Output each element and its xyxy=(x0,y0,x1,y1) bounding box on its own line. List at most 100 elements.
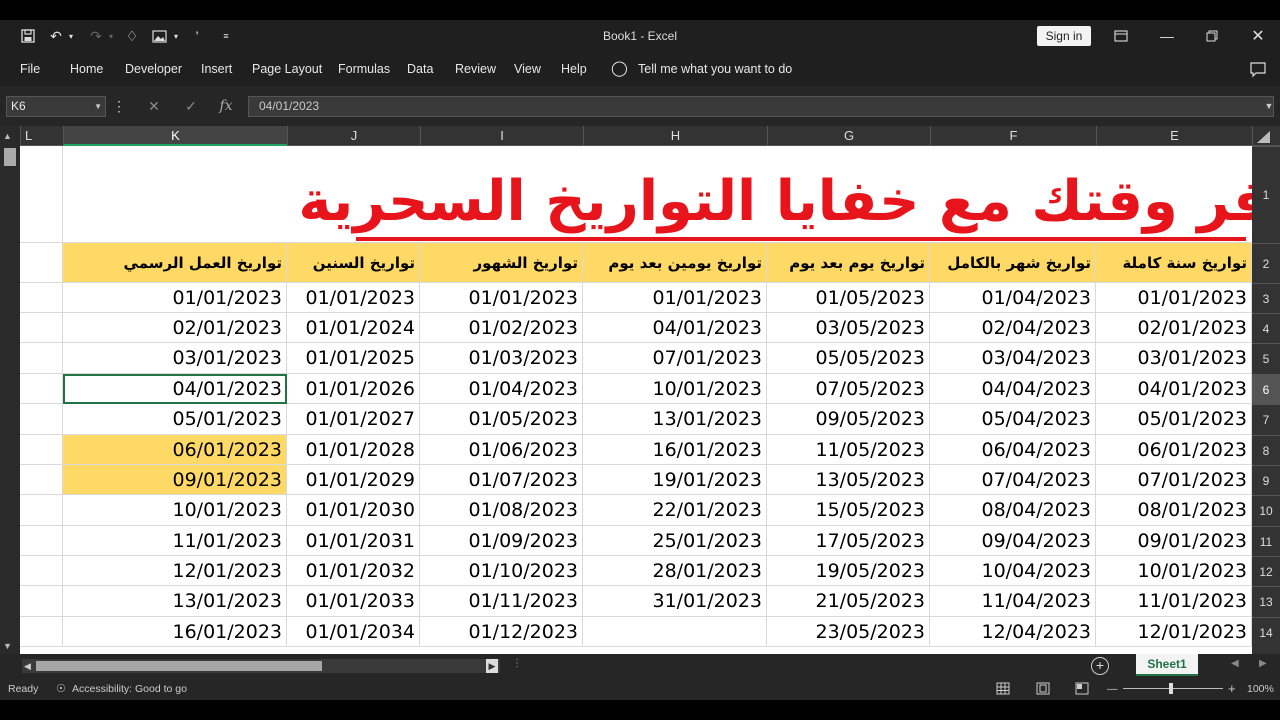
column-header-i[interactable]: I xyxy=(420,126,583,146)
cell-i6[interactable]: 01/04/2023 xyxy=(420,374,583,404)
cell-g9[interactable]: 13/05/2023 xyxy=(767,465,930,495)
cell-l1[interactable] xyxy=(20,146,63,243)
comments-icon[interactable] xyxy=(1250,52,1266,86)
save-icon[interactable] xyxy=(18,20,38,52)
cell-l10[interactable] xyxy=(20,495,63,526)
row-header-4[interactable]: 4 xyxy=(1252,313,1280,343)
prev-sheet-icon[interactable]: ◀ xyxy=(1231,658,1239,669)
cell-j11[interactable]: 01/01/2031 xyxy=(287,526,420,556)
horizontal-scroll-thumb[interactable] xyxy=(36,661,322,671)
cell-e14[interactable]: 12/01/2023 xyxy=(1096,617,1252,647)
zoom-in-icon[interactable]: + xyxy=(1228,678,1236,700)
cell-l9[interactable] xyxy=(20,465,63,495)
column-header-f[interactable]: F xyxy=(930,126,1096,146)
more-options-icon[interactable]: ⋮ xyxy=(112,96,126,117)
cell-f4[interactable]: 02/04/2023 xyxy=(930,313,1096,343)
zoom-level[interactable]: 100% xyxy=(1247,678,1274,700)
cell-i5[interactable]: 01/03/2023 xyxy=(420,343,583,374)
cell-g10[interactable]: 15/05/2023 xyxy=(767,495,930,526)
cell-l5[interactable] xyxy=(20,343,63,374)
cell-h9[interactable]: 19/01/2023 xyxy=(583,465,767,495)
cell-e11[interactable]: 09/01/2023 xyxy=(1096,526,1252,556)
accessibility-status[interactable]: Accessibility: Good to go xyxy=(72,678,187,700)
row-header-10[interactable]: 10 xyxy=(1252,495,1280,526)
cell-e5[interactable]: 03/01/2023 xyxy=(1096,343,1252,374)
cell-j5[interactable]: 01/01/2025 xyxy=(287,343,420,374)
redo-icon[interactable]: ↷ xyxy=(86,20,106,52)
row-header-5[interactable]: 5 xyxy=(1252,343,1280,374)
cell-i9[interactable]: 01/07/2023 xyxy=(420,465,583,495)
row-header-11[interactable]: 11 xyxy=(1252,526,1280,556)
cell-j8[interactable]: 01/01/2028 xyxy=(287,435,420,465)
cell-l11[interactable] xyxy=(20,526,63,556)
cell-k12[interactable]: 12/01/2023 xyxy=(63,556,287,586)
cell-j13[interactable]: 01/01/2033 xyxy=(287,586,420,617)
row-header-6[interactable]: 6 xyxy=(1252,374,1280,404)
scroll-up-icon[interactable]: ▲ xyxy=(3,131,12,141)
tab-data[interactable]: Data xyxy=(407,52,433,86)
active-cell-k6[interactable]: 04/01/2023 xyxy=(63,374,287,404)
cell-k8[interactable]: 06/01/2023 xyxy=(63,435,287,465)
cell-h14[interactable] xyxy=(583,617,767,647)
close-icon[interactable]: ✕ xyxy=(1235,20,1280,52)
cell-k1[interactable] xyxy=(63,146,287,243)
cell-k4[interactable]: 02/01/2023 xyxy=(63,313,287,343)
row-header-13[interactable]: 13 xyxy=(1252,586,1280,617)
row-header-3[interactable]: 3 xyxy=(1252,283,1280,313)
cell-l7[interactable] xyxy=(20,404,63,435)
normal-view-icon[interactable] xyxy=(996,678,1010,700)
cell-l2[interactable] xyxy=(20,243,63,283)
cell-f7[interactable]: 05/04/2023 xyxy=(930,404,1096,435)
cell-g6[interactable]: 07/05/2023 xyxy=(767,374,930,404)
vertical-scrollbar[interactable]: ▲ ▼ xyxy=(0,126,20,654)
minimize-icon[interactable]: — xyxy=(1144,20,1190,52)
cell-j3[interactable]: 01/01/2023 xyxy=(287,283,420,313)
cell-k7[interactable]: 05/01/2023 xyxy=(63,404,287,435)
tab-insert[interactable]: Insert xyxy=(201,52,232,86)
cell-h8[interactable]: 16/01/2023 xyxy=(583,435,767,465)
cell-g12[interactable]: 19/05/2023 xyxy=(767,556,930,586)
cell-e4[interactable]: 02/01/2023 xyxy=(1096,313,1252,343)
cell-i7[interactable]: 01/05/2023 xyxy=(420,404,583,435)
add-sheet-button[interactable]: + xyxy=(1091,657,1109,675)
column-header-l[interactable]: L xyxy=(20,126,63,146)
cell-j10[interactable]: 01/01/2030 xyxy=(287,495,420,526)
cell-f10[interactable]: 08/04/2023 xyxy=(930,495,1096,526)
column-title-h[interactable]: تواريخ يومين بعد يوم xyxy=(583,243,767,283)
tab-review[interactable]: Review xyxy=(455,52,496,86)
page-layout-view-icon[interactable] xyxy=(1036,678,1050,700)
cell-e13[interactable]: 11/01/2023 xyxy=(1096,586,1252,617)
cell-i10[interactable]: 01/08/2023 xyxy=(420,495,583,526)
cell-e6[interactable]: 04/01/2023 xyxy=(1096,374,1252,404)
zoom-out-icon[interactable]: — xyxy=(1107,678,1118,700)
cell-f13[interactable]: 11/04/2023 xyxy=(930,586,1096,617)
redo-dropdown-icon[interactable]: ▾ xyxy=(106,20,116,52)
cell-i13[interactable]: 01/11/2023 xyxy=(420,586,583,617)
cell-f9[interactable]: 07/04/2023 xyxy=(930,465,1096,495)
split-handle-icon[interactable]: ⋮ xyxy=(512,658,522,669)
row-header-2[interactable]: 2 xyxy=(1252,243,1280,283)
zoom-slider[interactable] xyxy=(1123,688,1223,689)
column-title-i[interactable]: تواريخ الشهور xyxy=(420,243,583,283)
column-header-e[interactable]: E xyxy=(1096,126,1252,146)
sheet-tab-sheet1[interactable]: Sheet1 xyxy=(1136,654,1198,676)
cell-l14[interactable] xyxy=(20,617,63,647)
select-all-corner[interactable] xyxy=(1252,126,1280,146)
touch-mode-icon[interactable]: ’ xyxy=(190,20,204,52)
cell-f5[interactable]: 03/04/2023 xyxy=(930,343,1096,374)
ribbon-display-options-icon[interactable] xyxy=(1098,20,1144,52)
cell-g13[interactable]: 21/05/2023 xyxy=(767,586,930,617)
undo-icon[interactable]: ↶ xyxy=(46,20,66,52)
cell-g14[interactable]: 23/05/2023 xyxy=(767,617,930,647)
shapes-icon[interactable]: ♢ xyxy=(122,20,142,52)
cell-k11[interactable]: 11/01/2023 xyxy=(63,526,287,556)
cell-l13[interactable] xyxy=(20,586,63,617)
cell-i14[interactable]: 01/12/2023 xyxy=(420,617,583,647)
tell-me-search[interactable]: Tell me what you want to do xyxy=(638,52,792,86)
column-title-k[interactable]: تواريخ العمل الرسمي xyxy=(63,243,287,283)
row-header-7[interactable]: 7 xyxy=(1252,404,1280,435)
cell-i3[interactable]: 01/01/2023 xyxy=(420,283,583,313)
cell-e9[interactable]: 07/01/2023 xyxy=(1096,465,1252,495)
column-header-g[interactable]: G xyxy=(767,126,930,146)
restore-icon[interactable] xyxy=(1189,20,1235,52)
